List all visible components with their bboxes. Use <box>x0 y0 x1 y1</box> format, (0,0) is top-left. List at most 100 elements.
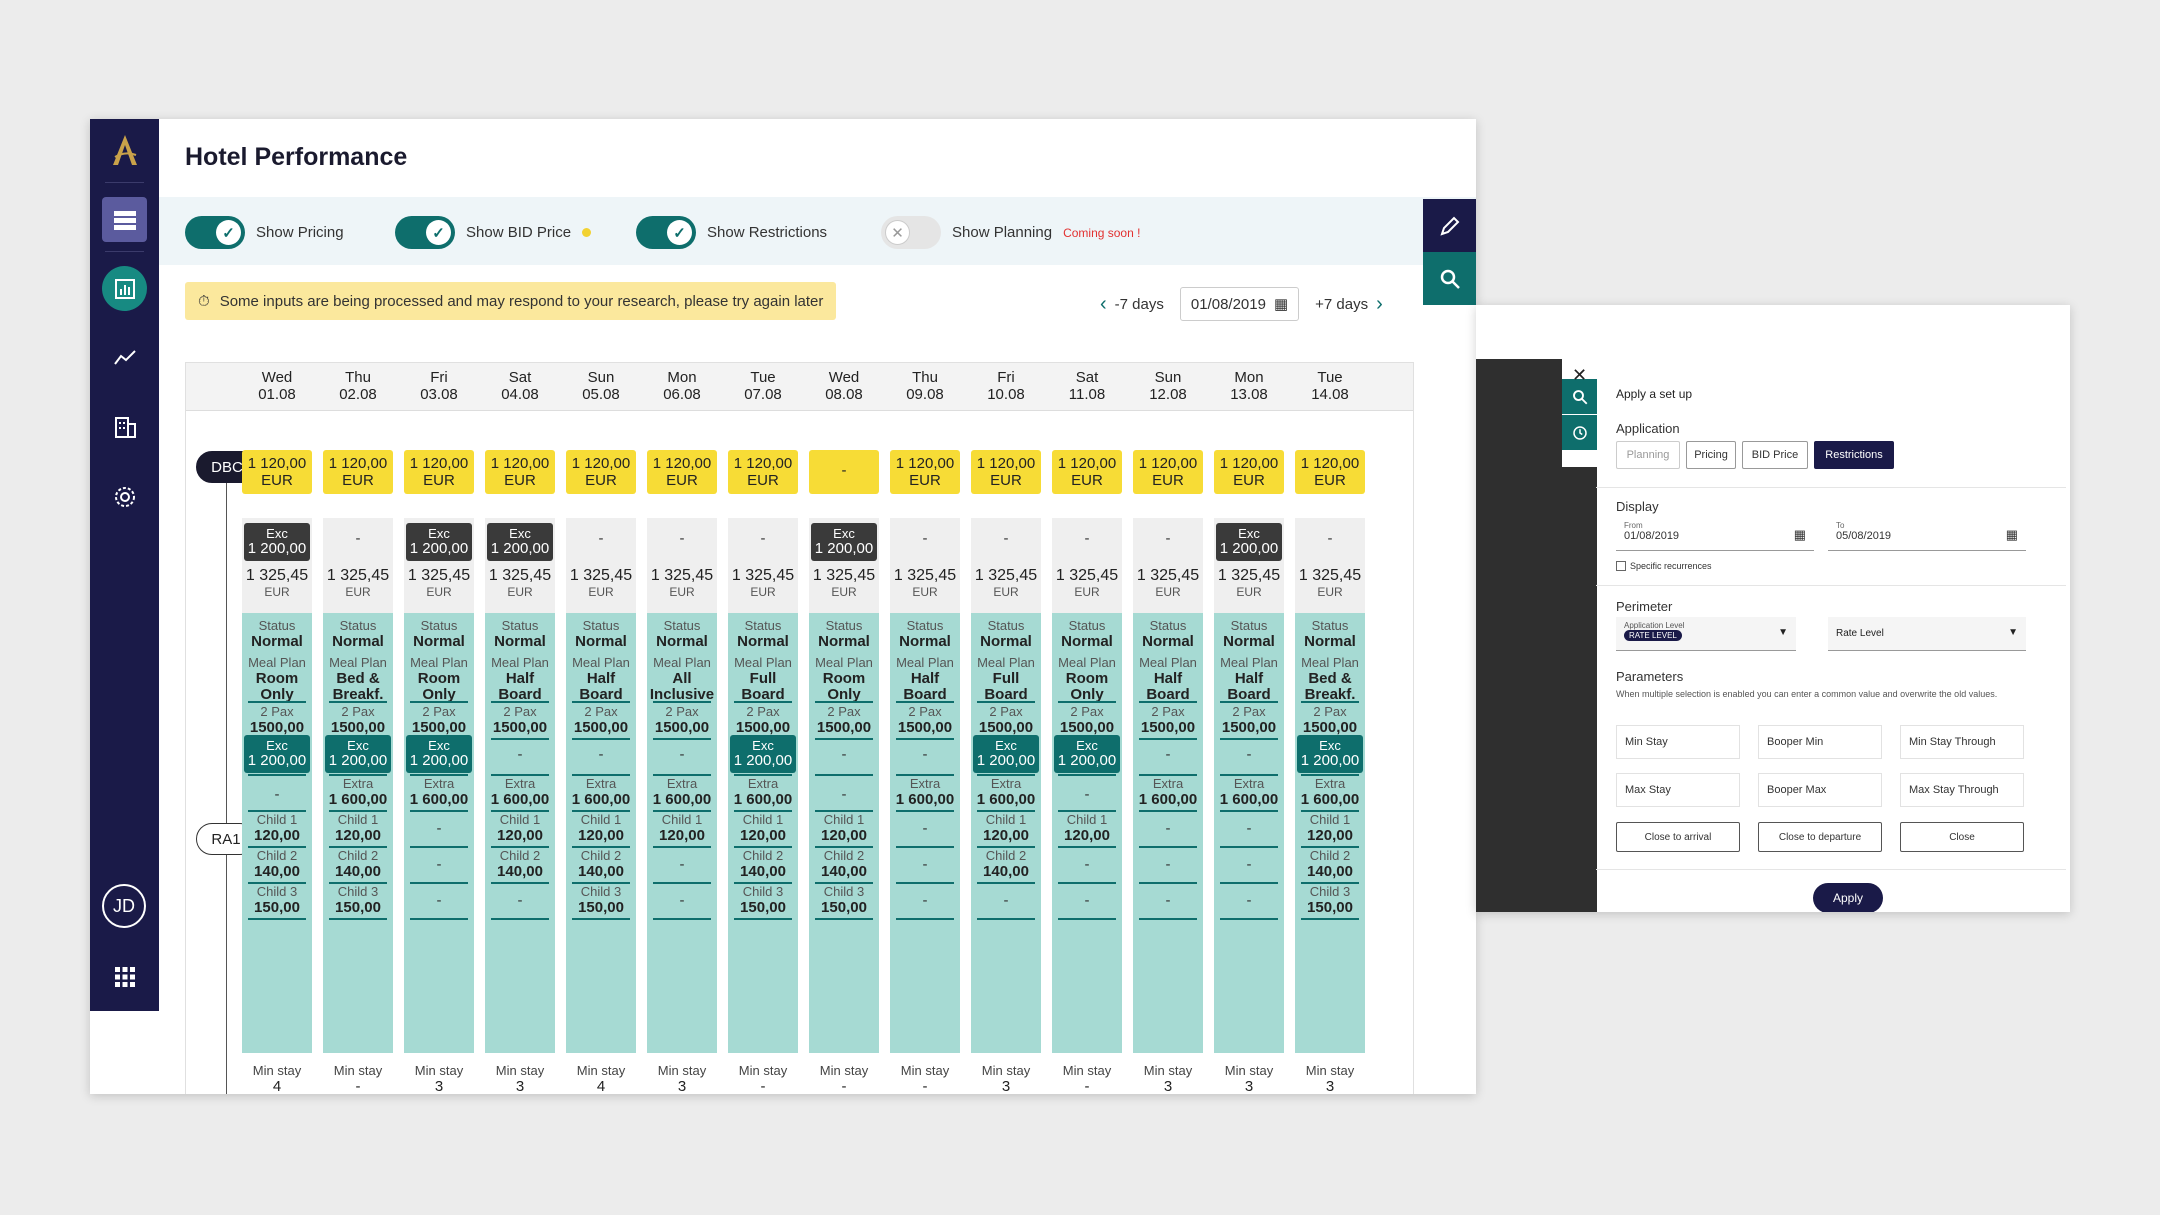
child-price-block[interactable]: Child 1 120,00 <box>647 812 717 844</box>
status-block[interactable]: Status Normal <box>1214 618 1284 650</box>
bid-price[interactable]: 1 325,45 EUR <box>809 568 879 600</box>
close-to-departure-button[interactable]: Close to departure <box>1758 822 1882 852</box>
extra-block[interactable]: Extra 1 600,00 <box>971 776 1041 808</box>
exception-badge[interactable]: Exc 1 200,00 <box>487 523 553 561</box>
date-picker[interactable]: 01/08/2019 ▦ <box>1179 287 1300 321</box>
child-price-block[interactable]: Child 3 150,00 <box>323 884 393 916</box>
status-block[interactable]: Status Normal <box>323 618 393 650</box>
min-stay-block[interactable]: Min stay - <box>809 1063 879 1094</box>
dbc-price-cell[interactable]: 1 120,00 EUR <box>485 450 555 494</box>
min-stay-block[interactable]: Min stay 4 <box>566 1063 636 1094</box>
bid-price[interactable]: 1 325,45 EUR <box>728 568 798 600</box>
bid-price[interactable]: 1 325,45 EUR <box>890 568 960 600</box>
pax-block[interactable]: 2 Pax 1500,00 <box>323 704 393 736</box>
child-price-block[interactable]: Child 2 140,00 <box>485 848 555 880</box>
min-stay-block[interactable]: Min stay - <box>728 1063 798 1094</box>
child-price-block[interactable]: Child 1 120,00 <box>728 812 798 844</box>
rate-exception-badge[interactable]: Exc 1 200,00 <box>1054 735 1120 773</box>
child-price-block[interactable]: Child 2 140,00 <box>728 848 798 880</box>
user-avatar[interactable]: JD <box>102 884 146 928</box>
meal-plan-block[interactable]: Meal Plan Half Board <box>1133 655 1203 703</box>
toggle-show-restrictions[interactable]: ✓ Show Restrictions <box>636 216 827 249</box>
bid-price[interactable]: 1 325,45 EUR <box>971 568 1041 600</box>
child-price-block[interactable]: Child 2 140,00 <box>566 848 636 880</box>
bid-price[interactable]: 1 325,45 EUR <box>485 568 555 600</box>
extra-block[interactable]: Extra 1 600,00 <box>1133 776 1203 808</box>
dbc-price-cell[interactable]: 1 120,00 EUR <box>971 450 1041 494</box>
bid-price[interactable]: 1 325,45 EUR <box>647 568 717 600</box>
min-stay-through-field[interactable]: Min Stay Through <box>1900 725 2024 759</box>
status-block[interactable]: Status Normal <box>566 618 636 650</box>
child-price-block[interactable]: Child 3 150,00 <box>242 884 312 916</box>
tab-pricing[interactable]: Pricing <box>1686 441 1736 469</box>
dbc-price-cell[interactable]: 1 120,00 EUR <box>647 450 717 494</box>
dbc-price-cell[interactable]: 1 120,00 EUR <box>1052 450 1122 494</box>
extra-block[interactable]: Extra 1 600,00 <box>728 776 798 808</box>
extra-block[interactable]: Extra 1 600,00 <box>323 776 393 808</box>
extra-block[interactable]: Extra 1 600,00 <box>485 776 555 808</box>
status-block[interactable]: Status Normal <box>485 618 555 650</box>
min-stay-block[interactable]: Min stay 3 <box>1214 1063 1284 1094</box>
apps-grid-icon[interactable] <box>102 954 147 999</box>
pax-block[interactable]: 2 Pax 1500,00 <box>1133 704 1203 736</box>
nav-trend-icon[interactable] <box>102 335 147 380</box>
rate-exception-badge[interactable]: Exc 1 200,00 <box>730 735 796 773</box>
pax-block[interactable]: 2 Pax 1500,00 <box>890 704 960 736</box>
dbc-price-cell[interactable]: 1 120,00 EUR <box>890 450 960 494</box>
extra-block[interactable]: Extra 1 600,00 <box>1214 776 1284 808</box>
booper-min-field[interactable]: Booper Min <box>1758 725 1882 759</box>
exception-badge[interactable]: Exc 1 200,00 <box>1216 523 1282 561</box>
min-stay-block[interactable]: Min stay 3 <box>647 1063 717 1094</box>
meal-plan-block[interactable]: Meal Plan Room Only <box>1052 655 1122 703</box>
bid-price[interactable]: 1 325,45 EUR <box>1214 568 1284 600</box>
meal-plan-block[interactable]: Meal Plan Room Only <box>809 655 879 703</box>
child-price-block[interactable]: Child 3 150,00 <box>1295 884 1365 916</box>
close-icon[interactable]: ✕ <box>1572 365 1587 386</box>
close-button[interactable]: Close <box>1900 822 2024 852</box>
child-price-block[interactable]: Child 1 120,00 <box>1052 812 1122 844</box>
status-block[interactable]: Status Normal <box>971 618 1041 650</box>
meal-plan-block[interactable]: Meal Plan Half Board <box>566 655 636 703</box>
nav-list-icon[interactable] <box>102 197 147 242</box>
close-to-arrival-button[interactable]: Close to arrival <box>1616 822 1740 852</box>
tab-bid-price[interactable]: BID Price <box>1742 441 1808 469</box>
status-block[interactable]: Status Normal <box>1133 618 1203 650</box>
min-stay-block[interactable]: Min stay 4 <box>242 1063 312 1094</box>
min-stay-block[interactable]: Min stay - <box>1052 1063 1122 1094</box>
bid-price[interactable]: 1 325,45 EUR <box>323 568 393 600</box>
child-price-block[interactable]: Child 3 150,00 <box>566 884 636 916</box>
apply-button[interactable]: Apply <box>1813 883 1883 912</box>
pax-block[interactable]: 2 Pax 1500,00 <box>404 704 474 736</box>
rate-exception-badge[interactable]: Exc 1 200,00 <box>325 735 391 773</box>
chevron-right-icon[interactable]: › <box>1376 293 1383 316</box>
dbc-price-cell[interactable]: 1 120,00 EUR <box>1133 450 1203 494</box>
status-block[interactable]: Status Normal <box>728 618 798 650</box>
from-date-field[interactable]: From 01/08/2019 ▦ <box>1616 517 1814 551</box>
min-stay-block[interactable]: Min stay 3 <box>404 1063 474 1094</box>
child-price-block[interactable]: Child 3 150,00 <box>728 884 798 916</box>
child-price-block[interactable]: Child 1 120,00 <box>809 812 879 844</box>
child-price-block[interactable]: Child 1 120,00 <box>242 812 312 844</box>
child-price-block[interactable]: Child 2 140,00 <box>809 848 879 880</box>
tab-planning[interactable]: Planning <box>1616 441 1680 469</box>
panel-history-button[interactable] <box>1562 415 1597 450</box>
min-stay-block[interactable]: Min stay - <box>890 1063 960 1094</box>
dbc-price-cell[interactable]: 1 120,00 EUR <box>1214 450 1284 494</box>
rate-exception-badge[interactable]: Exc 1 200,00 <box>1297 735 1363 773</box>
bid-price[interactable]: 1 325,45 EUR <box>1052 568 1122 600</box>
bid-price[interactable]: 1 325,45 EUR <box>242 568 312 600</box>
min-stay-block[interactable]: Min stay 3 <box>971 1063 1041 1094</box>
nav-building-icon[interactable] <box>102 404 147 449</box>
rate-exception-badge[interactable]: Exc 1 200,00 <box>973 735 1039 773</box>
min-stay-block[interactable]: Min stay - <box>323 1063 393 1094</box>
status-block[interactable]: Status Normal <box>242 618 312 650</box>
booper-max-field[interactable]: Booper Max <box>1758 773 1882 807</box>
rate-exception-badge[interactable]: Exc 1 200,00 <box>406 735 472 773</box>
child-price-block[interactable]: Child 1 120,00 <box>566 812 636 844</box>
child-price-block[interactable]: Child 1 120,00 <box>971 812 1041 844</box>
dbc-price-cell[interactable]: 1 120,00 EUR <box>1295 450 1365 494</box>
meal-plan-block[interactable]: Meal Plan Room Only <box>404 655 474 703</box>
status-block[interactable]: Status Normal <box>1295 618 1365 650</box>
extra-block[interactable]: Extra 1 600,00 <box>647 776 717 808</box>
bid-price[interactable]: 1 325,45 EUR <box>566 568 636 600</box>
